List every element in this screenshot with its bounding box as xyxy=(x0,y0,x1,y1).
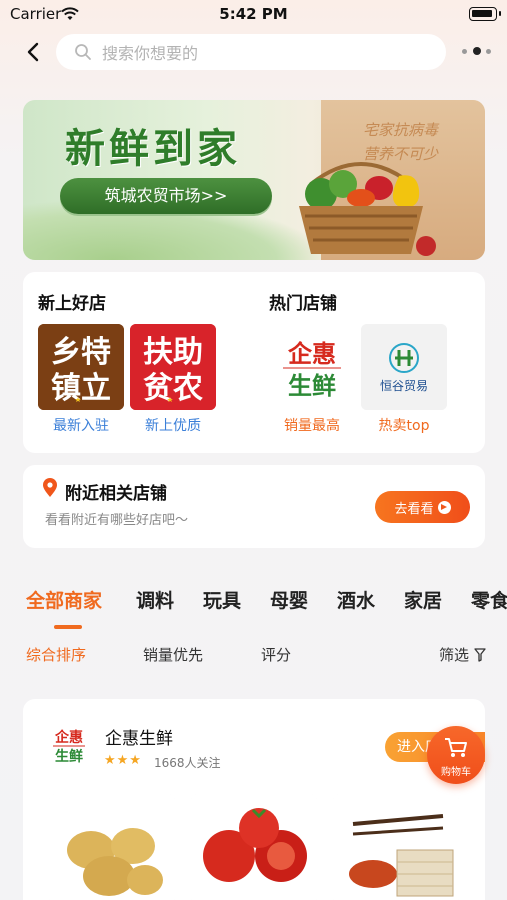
more-menu-button[interactable] xyxy=(462,46,492,56)
back-button[interactable] xyxy=(22,40,46,64)
shop-rating-stars: ★★★ xyxy=(104,753,142,768)
new-shop-tile-2[interactable]: 扶助 贫农 xyxy=(130,324,216,410)
status-bar: Carrier 5:42 PM xyxy=(0,0,507,30)
tab-seasoning[interactable]: 调料 xyxy=(136,586,174,613)
hot-shop-logo-1[interactable]: 企惠 生鲜 xyxy=(269,324,355,410)
nearby-go-button[interactable]: 去看看 xyxy=(375,491,470,523)
filter-label: 筛选 xyxy=(439,646,470,664)
tile-text: 乡特 xyxy=(51,335,111,370)
sort-bar: 综合排序 销量优先 评分 筛选 xyxy=(0,644,507,668)
chevron-left-icon xyxy=(27,42,39,62)
location-pin-icon xyxy=(41,478,59,502)
dot-icon xyxy=(486,49,491,54)
dot-icon xyxy=(473,47,481,55)
logo-text: 企惠 xyxy=(54,729,83,746)
hot-shop-label-2[interactable]: 热卖top xyxy=(361,415,447,435)
filter-button[interactable]: 筛选 xyxy=(439,644,486,665)
sort-sales[interactable]: 销量优先 xyxy=(143,644,203,665)
cart-button[interactable]: 购物车 xyxy=(427,726,485,784)
hot-shop-label-1[interactable]: 销量最高 xyxy=(269,415,355,435)
tab-snacks[interactable]: 零食 xyxy=(471,586,507,613)
banner-slogan-line: 宅家抗病毒 xyxy=(363,121,439,139)
shop-card[interactable]: 企惠 生鲜 企惠生鲜 ★★★ 1668人关注 进入店铺 xyxy=(23,699,485,900)
promo-banner[interactable]: 新鲜到家 筑城农贸市场>> 宅家抗病毒 营养不可少 xyxy=(23,100,485,260)
product-thumb-potato[interactable] xyxy=(49,794,175,900)
banner-cta-button[interactable]: 筑城农贸市场>> xyxy=(60,178,272,214)
new-shop-label-2[interactable]: 新上优质 xyxy=(130,415,216,435)
tile-text: 镇立 xyxy=(51,371,111,406)
clock: 5:42 PM xyxy=(219,5,288,23)
category-tabs: 全部商家 调料 玩具 母婴 酒水 家居 零食 xyxy=(0,586,507,626)
tab-home[interactable]: 家居 xyxy=(404,586,442,613)
logo-text: 生鲜 xyxy=(288,372,336,400)
banner-title: 新鲜到家 xyxy=(65,125,241,172)
nearby-shops-card[interactable]: 附近相关店铺 看看附近有哪些好店吧～ 去看看 xyxy=(23,465,485,548)
active-tab-indicator xyxy=(54,625,82,629)
tab-drinks[interactable]: 酒水 xyxy=(337,586,375,613)
new-shop-label-1[interactable]: 最新入驻 xyxy=(38,415,124,435)
vegetable-basket-image xyxy=(299,162,436,256)
arrow-right-icon xyxy=(437,500,451,514)
dot-icon xyxy=(462,49,467,54)
tile-text: 贫农 xyxy=(143,371,203,406)
shop-followers: 1668人关注 xyxy=(154,756,221,770)
battery-icon xyxy=(469,7,501,21)
tile-text: 扶助 xyxy=(143,335,203,370)
search-icon xyxy=(75,44,91,60)
logo-text: 恒谷贸易 xyxy=(380,379,428,393)
logo-text: 生鲜 xyxy=(55,748,83,765)
product-thumb-tofu[interactable] xyxy=(333,794,459,900)
shop-highlights-card: 新上好店 热门店铺 乡特 镇立 最新入驻 扶助 贫农 新上优质 企惠 生鲜 销量… xyxy=(23,272,485,453)
tab-all-merchants[interactable]: 全部商家 xyxy=(26,586,102,613)
product-thumb-tomato[interactable] xyxy=(191,794,317,900)
cart-label: 购物车 xyxy=(441,767,471,778)
shopping-cart-icon xyxy=(445,738,467,757)
search-placeholder: 搜索你想要的 xyxy=(102,44,199,63)
tab-mother-baby[interactable]: 母婴 xyxy=(270,586,308,613)
sort-overall[interactable]: 综合排序 xyxy=(26,644,86,665)
nearby-go-label: 去看看 xyxy=(394,501,434,517)
hot-shop-logo-2[interactable]: 恒谷贸易 xyxy=(361,324,447,410)
hot-shops-title: 热门店铺 xyxy=(269,294,337,314)
sort-rating[interactable]: 评分 xyxy=(261,644,291,665)
shop-logo: 企惠 生鲜 xyxy=(47,723,91,767)
filter-icon xyxy=(474,648,486,662)
tab-toys[interactable]: 玩具 xyxy=(203,586,241,613)
logo-text: 企惠 xyxy=(288,340,336,368)
new-shop-tile-1[interactable]: 乡特 镇立 xyxy=(38,324,124,410)
shop-name: 企惠生鲜 xyxy=(105,729,173,749)
new-shops-title: 新上好店 xyxy=(38,294,106,314)
search-input[interactable]: 搜索你想要的 xyxy=(56,34,446,70)
nearby-subtitle: 看看附近有哪些好店吧～ xyxy=(45,513,189,528)
nearby-title: 附近相关店铺 xyxy=(65,484,167,504)
